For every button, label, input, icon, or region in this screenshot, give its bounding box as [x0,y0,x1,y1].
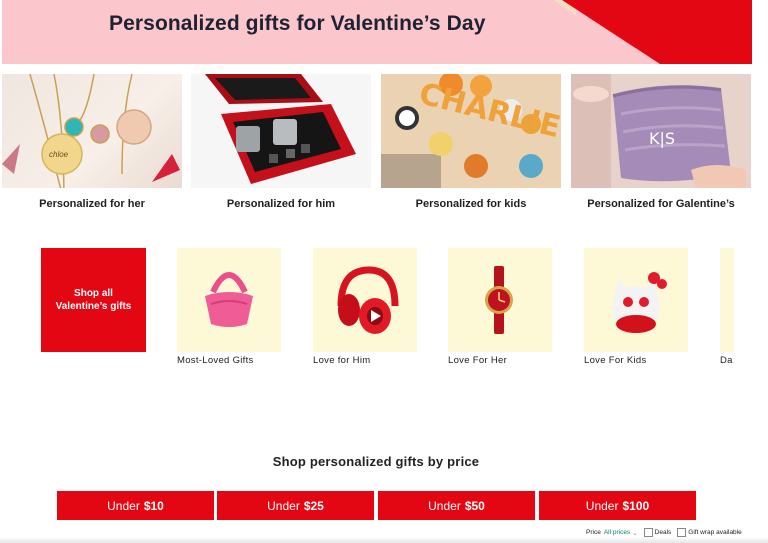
tile-image-for-galentines[interactable]: K|S [571,74,751,188]
tile-image-for-her[interactable]: chloe [2,74,182,188]
banner-red-corner [562,0,752,64]
watch-icon [485,266,513,334]
category-label-love-for-kids[interactable]: Love For Kids [584,355,647,366]
price-amount: $50 [464,498,485,513]
plush-toy-icon [612,272,667,333]
filter-bar: Price All prices ⌄ Deals Gift wrap avail… [586,528,742,537]
category-box-most-loved[interactable] [177,248,281,352]
pouch-monogram: K|S [649,129,675,148]
price-section-heading: Shop personalized gifts by price [272,454,480,469]
pouch-image: K|S [571,74,751,188]
handbag-icon [205,272,253,327]
under-50-button[interactable]: Under $50 [378,491,535,520]
headphones-icon [337,266,399,334]
whiskey-box-image [191,74,371,188]
category-label-love-for-him[interactable]: Love for Him [313,355,370,366]
price-filter-label: Price [586,529,601,536]
tile-image-for-him[interactable] [191,74,371,188]
shop-all-valentines-button[interactable]: Shop all Valentine’s gifts [41,248,146,352]
valentines-banner: Personalized gifts for Valentine’s Day [2,0,752,64]
tile-image-for-kids[interactable]: CHARLIE [381,74,561,188]
price-prefix: Under [428,498,461,513]
gift-wrap-checkbox[interactable] [677,528,687,537]
category-label-most-loved[interactable]: Most-Loved Gifts [177,355,254,366]
deals-label[interactable]: Deals [655,529,672,536]
price-amount: $25 [303,498,324,513]
under-100-button[interactable]: Under $100 [539,491,696,520]
bottom-edge [0,537,768,543]
price-prefix: Under [585,498,619,513]
price-prefix: Under [107,498,140,513]
category-box-love-for-her[interactable] [448,248,552,352]
category-box-love-for-kids[interactable] [584,248,688,352]
under-25-button[interactable]: Under $25 [217,491,374,520]
category-label-love-for-her[interactable]: Love For Her [448,355,507,366]
price-filter-dropdown[interactable]: All prices [604,529,630,536]
price-amount: $100 [622,498,650,513]
deals-checkbox[interactable] [643,528,653,537]
necklace-image: chloe [2,74,180,188]
category-box-love-for-him[interactable] [313,248,417,352]
category-box-partial[interactable] [720,248,734,352]
banner-title: Personalized gifts for Valentine’s Day [109,12,486,35]
price-amount: $10 [143,498,164,513]
price-prefix: Under [267,498,300,513]
name-puzzle-image: CHARLIE [381,74,561,188]
svg-text:chloe: chloe [49,150,69,159]
tile-label-for-him[interactable]: Personalized for him [191,198,371,210]
under-10-button[interactable]: Under $10 [57,491,214,520]
tile-label-for-her[interactable]: Personalized for her [2,198,182,210]
chevron-down-icon[interactable]: ⌄ [632,529,637,537]
tile-label-for-galentines[interactable]: Personalized for Galentine’s [571,198,751,210]
gift-wrap-label[interactable]: Gift wrap available [688,529,741,536]
category-label-partial[interactable]: Da [720,355,733,366]
tile-label-for-kids[interactable]: Personalized for kids [381,198,561,210]
banner-gold-stripe [554,0,576,64]
